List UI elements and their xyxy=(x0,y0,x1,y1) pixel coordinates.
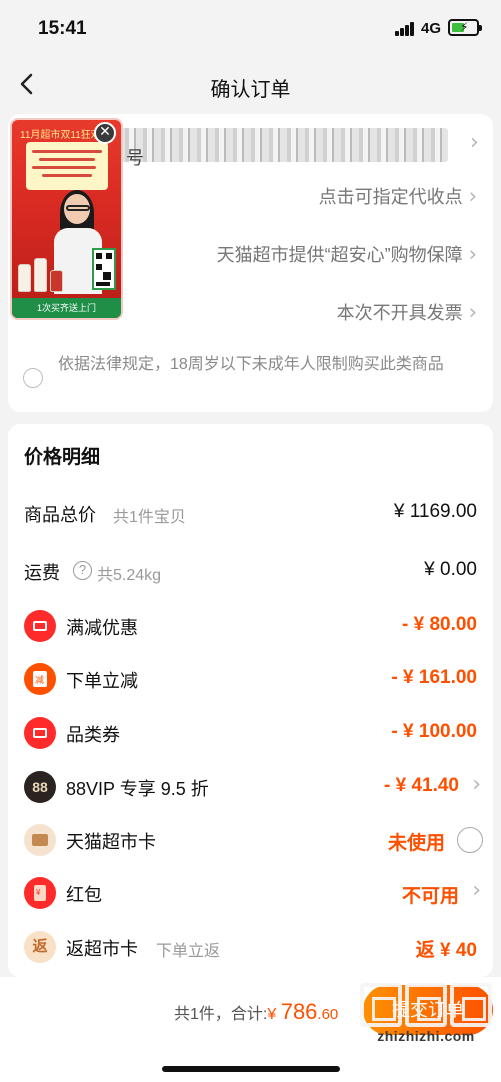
red-packet-icon: ¥ xyxy=(24,877,56,909)
coupon-icon xyxy=(24,717,56,749)
close-icon[interactable]: ✕ xyxy=(94,122,116,144)
ad-header: 11月超市双11狂欢 xyxy=(20,130,101,141)
discount-label: 88VIP 专享 9.5 折 xyxy=(66,779,209,799)
ticket-icon xyxy=(24,610,56,642)
red-packet-row[interactable]: ¥ 红包 不可用 › xyxy=(24,876,481,910)
invoice-row[interactable]: 本次不开具发票 › xyxy=(337,297,477,327)
guarantee-row[interactable]: 天猫超市提供“超安心”购物保障 › xyxy=(217,239,477,269)
watermark-logo: zhizhizhi.com xyxy=(356,983,496,1044)
pickup-point-label: 点击可指定代收点 xyxy=(318,187,463,207)
item-count: 共1件， xyxy=(174,1006,231,1023)
wallet-card-icon xyxy=(24,824,56,856)
pickup-point-row[interactable]: 点击可指定代收点 › xyxy=(319,181,477,211)
bottle-image xyxy=(50,270,63,292)
home-indicator xyxy=(162,1066,340,1072)
ad-footer: 1次买齐送上门 xyxy=(12,298,121,318)
legal-notice-text: 依据法律规定，18周岁以下未成年人限制购买此类商品 xyxy=(58,356,444,373)
section-title: 价格明细 xyxy=(24,447,101,468)
discount-label: 品类券 xyxy=(66,725,120,745)
discount-label: 下单立减 xyxy=(66,671,138,691)
chevron-right-icon: › xyxy=(468,242,477,266)
chevron-right-icon: › xyxy=(472,772,481,797)
instant-discount-icon: 减 xyxy=(24,663,56,695)
total-currency: ¥ xyxy=(267,1006,281,1023)
vip-discount-row[interactable]: 88 88VIP 专享 9.5 折 - ¥ 41.40 › xyxy=(24,770,481,804)
red-packet-status: 不可用 xyxy=(401,886,459,907)
nav-bar: 确认订单 xyxy=(0,56,501,114)
ad-banner xyxy=(26,142,108,190)
chevron-right-icon: › xyxy=(470,130,479,155)
red-packet-label: 红包 xyxy=(66,885,102,905)
rebate-card-row: 返 返超市卡 下单立返 返 ¥ 40 xyxy=(24,930,477,964)
invoice-label: 本次不开具发票 xyxy=(336,303,463,323)
supermarket-card-status: 未使用 xyxy=(387,833,445,854)
shipping-value: ¥ 0.00 xyxy=(424,559,477,580)
bottle-image xyxy=(18,264,31,292)
promo-ad-popup[interactable]: 11月超市双11狂欢 1次买齐送上门 xyxy=(10,118,123,320)
address-blurred xyxy=(118,128,448,162)
watermark-site: zhizhizhi.com xyxy=(377,1028,475,1044)
goods-total-row: 商品总价 共1件宝贝 ¥ 1169.00 xyxy=(24,496,477,530)
vip-88-icon: 88 xyxy=(24,771,56,803)
signal-icon xyxy=(395,22,415,36)
discount-value: - ¥ 80.00 xyxy=(402,614,477,635)
total-integer: 786 xyxy=(280,999,318,1024)
discount-label: 满减优惠 xyxy=(66,618,138,638)
address-text: 号 xyxy=(126,148,144,168)
order-total: 共1件，合计:¥ 786.60 xyxy=(174,999,338,1025)
discount-value: - ¥ 161.00 xyxy=(391,667,477,688)
supermarket-card-radio[interactable] xyxy=(457,827,483,853)
rebate-card-label: 返超市卡 xyxy=(66,939,138,959)
shipping-weight: 共5.24kg xyxy=(97,567,162,584)
goods-total-label: 商品总价 xyxy=(24,505,96,525)
goods-total-value: ¥ 1169.00 xyxy=(393,501,477,522)
help-icon[interactable]: ? xyxy=(73,561,92,580)
status-bar: 15:41 4G ⚡ xyxy=(0,0,501,56)
total-label: 合计: xyxy=(230,1006,268,1023)
rebate-icon: 返 xyxy=(24,931,56,963)
status-time: 15:41 xyxy=(38,18,87,39)
price-detail-card: 价格明细 商品总价 共1件宝贝 ¥ 1169.00 运费 ? 共5.24kg ¥… xyxy=(8,424,493,977)
legal-agree-radio[interactable] xyxy=(23,368,43,388)
guarantee-label: 天猫超市提供“超安心”购物保障 xyxy=(216,245,463,265)
battery-icon: ⚡ xyxy=(448,19,482,36)
chevron-right-icon: › xyxy=(468,300,477,324)
supermarket-card-row[interactable]: 天猫超市卡 未使用 xyxy=(24,823,483,857)
network-label: 4G xyxy=(421,20,442,37)
bottle-image xyxy=(34,258,47,292)
rebate-card-value: 返 ¥ 40 xyxy=(415,940,477,961)
discount-row: 满减优惠 - ¥ 80.00 xyxy=(24,609,477,643)
supermarket-card-label: 天猫超市卡 xyxy=(66,832,156,852)
page-title: 确认订单 xyxy=(210,79,291,101)
chevron-right-icon: › xyxy=(472,878,481,903)
discount-value: - ¥ 100.00 xyxy=(391,721,477,742)
goods-count: 共1件宝贝 xyxy=(113,509,186,526)
shipping-row: 运费 ? 共5.24kg ¥ 0.00 xyxy=(24,554,477,588)
total-decimal: .60 xyxy=(317,1006,339,1023)
discount-value: - ¥ 41.40 xyxy=(384,775,459,796)
rebate-card-sub: 下单立返 xyxy=(156,943,221,960)
qr-code-image xyxy=(92,248,116,290)
discount-row: 品类券 - ¥ 100.00 xyxy=(24,716,477,750)
discount-row: 减 下单立减 - ¥ 161.00 xyxy=(24,662,477,696)
chevron-right-icon: › xyxy=(468,184,477,208)
shipping-label: 运费 xyxy=(24,563,60,583)
